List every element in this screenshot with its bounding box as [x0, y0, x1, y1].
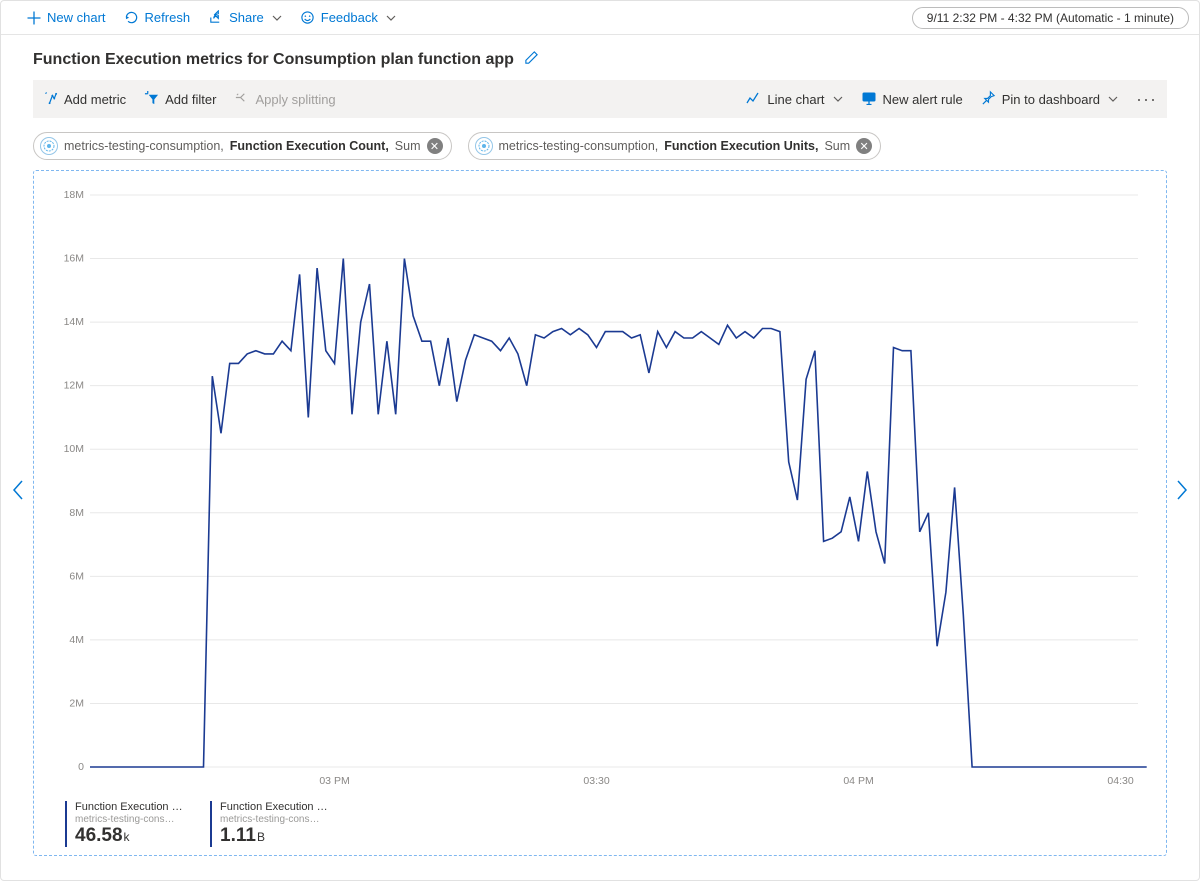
- resource-icon: [475, 137, 493, 155]
- timerange-label: 9/11 2:32 PM - 4:32 PM (Automatic - 1 mi…: [927, 11, 1174, 25]
- legend-sub: metrics-testing-cons…: [220, 814, 335, 826]
- pin-icon: [981, 90, 996, 108]
- chart-type-button[interactable]: Line chart: [745, 90, 842, 109]
- chip-metric: Function Execution Count,: [230, 139, 389, 153]
- svg-text:4M: 4M: [69, 634, 84, 646]
- apply-splitting-button: Apply splitting: [234, 90, 335, 108]
- metric-chip[interactable]: metrics-testing-consumption, Function Ex…: [33, 132, 452, 160]
- metric-chip[interactable]: metrics-testing-consumption, Function Ex…: [468, 132, 882, 160]
- add-metric-label: Add metric: [64, 92, 126, 107]
- legend-row: Function Execution C… metrics-testing-co…: [40, 795, 1160, 849]
- svg-text:0: 0: [78, 761, 84, 773]
- chip-remove-button[interactable]: ✕: [856, 138, 872, 154]
- add-filter-button[interactable]: Add filter: [144, 90, 216, 108]
- svg-text:18M: 18M: [64, 189, 84, 201]
- svg-text:12M: 12M: [64, 380, 84, 392]
- svg-text:6M: 6M: [69, 570, 84, 582]
- svg-text:03 PM: 03 PM: [319, 775, 349, 787]
- pin-button[interactable]: Pin to dashboard: [981, 90, 1118, 108]
- refresh-button[interactable]: Refresh: [124, 10, 191, 25]
- chevron-down-icon: [833, 92, 843, 107]
- legend-value: 46.58k: [75, 825, 190, 847]
- chevron-down-icon: [386, 13, 396, 23]
- legend-value: 1.11B: [220, 825, 335, 847]
- chip-agg: Sum: [395, 139, 421, 153]
- legend-sub: metrics-testing-cons…: [75, 814, 190, 826]
- line-chart-icon: [745, 90, 761, 109]
- new-alert-label: New alert rule: [883, 92, 963, 107]
- svg-text:8M: 8M: [69, 507, 84, 519]
- refresh-label: Refresh: [145, 10, 191, 25]
- chart-panel: 0 2M 4M 6M 8M 10M 12M 14M 16M 18M 03 PM 03:30 04 PM 0…: [33, 170, 1167, 856]
- legend-item[interactable]: Function Execution C… metrics-testing-co…: [65, 801, 190, 847]
- svg-text:03:30: 03:30: [583, 775, 609, 787]
- legend-color-bar: [210, 801, 212, 847]
- svg-text:04:30: 04:30: [1107, 775, 1133, 787]
- new-chart-button[interactable]: New chart: [27, 10, 106, 25]
- svg-text:14M: 14M: [64, 316, 84, 328]
- refresh-icon: [124, 10, 139, 25]
- split-icon: [234, 90, 249, 108]
- add-metric-icon: [43, 90, 58, 108]
- new-alert-button[interactable]: New alert rule: [861, 91, 963, 108]
- svg-text:2M: 2M: [69, 697, 84, 709]
- metric-chips-row: metrics-testing-consumption, Function Ex…: [1, 118, 1199, 170]
- svg-text:10M: 10M: [64, 443, 84, 455]
- chip-metric: Function Execution Units,: [664, 139, 818, 153]
- legend-item[interactable]: Function Execution U… metrics-testing-co…: [210, 801, 335, 847]
- app-window: New chart Refresh Share Feedback: [0, 0, 1200, 881]
- prev-chart-button[interactable]: [11, 479, 25, 507]
- apply-splitting-label: Apply splitting: [255, 92, 335, 107]
- chart-toolbar: Add metric Add filter Apply splitting Li…: [33, 80, 1167, 118]
- page-title: Function Execution metrics for Consumpti…: [33, 51, 514, 69]
- chip-resource: metrics-testing-consumption,: [64, 139, 224, 153]
- add-filter-label: Add filter: [165, 92, 216, 107]
- svg-text:16M: 16M: [64, 253, 84, 265]
- resource-icon: [40, 137, 58, 155]
- feedback-button[interactable]: Feedback: [300, 10, 396, 25]
- svg-text:04 PM: 04 PM: [843, 775, 873, 787]
- pin-label: Pin to dashboard: [1002, 92, 1100, 107]
- line-chart-svg: 0 2M 4M 6M 8M 10M 12M 14M 16M 18M 03 PM 03:30 04 PM 0…: [40, 177, 1158, 792]
- share-button[interactable]: Share: [208, 10, 282, 25]
- top-toolbar: New chart Refresh Share Feedback: [1, 1, 1199, 35]
- chevron-down-icon: [1108, 92, 1118, 107]
- edit-icon[interactable]: [524, 50, 539, 70]
- plus-icon: [27, 11, 41, 25]
- feedback-label: Feedback: [321, 10, 378, 25]
- chevron-left-icon: [11, 479, 25, 501]
- chip-remove-button[interactable]: ✕: [427, 138, 443, 154]
- chip-agg: Sum: [824, 139, 850, 153]
- share-label: Share: [229, 10, 264, 25]
- alert-icon: [861, 91, 877, 108]
- timerange-picker[interactable]: 9/11 2:32 PM - 4:32 PM (Automatic - 1 mi…: [912, 7, 1189, 29]
- chevron-down-icon: [272, 13, 282, 23]
- chart-type-label: Line chart: [767, 92, 824, 107]
- legend-color-bar: [65, 801, 67, 847]
- add-metric-button[interactable]: Add metric: [43, 90, 126, 108]
- chip-resource: metrics-testing-consumption,: [499, 139, 659, 153]
- new-chart-label: New chart: [47, 10, 106, 25]
- filter-icon: [144, 90, 159, 108]
- legend-name: Function Execution C…: [75, 801, 190, 814]
- more-icon: ···: [1136, 89, 1157, 110]
- chart-plot-area[interactable]: 0 2M 4M 6M 8M 10M 12M 14M 16M 18M 03 PM 03:30 04 PM 0…: [40, 177, 1160, 795]
- chevron-right-icon: [1175, 479, 1189, 501]
- chart-title-row: Function Execution metrics for Consumpti…: [1, 35, 1199, 80]
- next-chart-button[interactable]: [1175, 479, 1189, 507]
- more-button[interactable]: ···: [1136, 89, 1157, 110]
- legend-name: Function Execution U…: [220, 801, 335, 814]
- share-icon: [208, 10, 223, 25]
- smiley-icon: [300, 10, 315, 25]
